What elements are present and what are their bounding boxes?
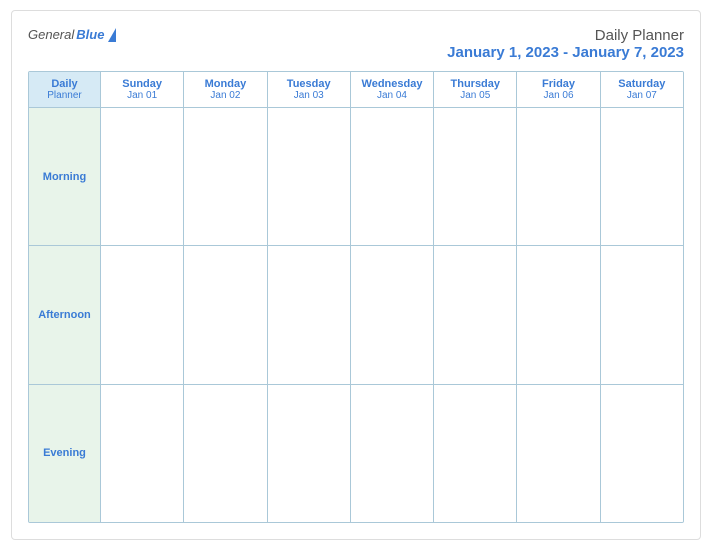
evening-cell-sat[interactable] — [601, 385, 683, 522]
label-planner: Planner — [47, 90, 81, 101]
morning-cell-fri[interactable] — [517, 108, 600, 245]
logo-blue: Blue — [76, 27, 104, 42]
day-name-tuesday: Tuesday — [287, 78, 331, 90]
morning-cell-sun[interactable] — [101, 108, 184, 245]
header: General Blue Daily Planner January 1, 20… — [28, 27, 684, 61]
day-name-thursday: Thursday — [451, 78, 501, 90]
day-name-saturday: Saturday — [618, 78, 665, 90]
evening-cell-tue[interactable] — [268, 385, 351, 522]
logo-triangle-icon — [108, 28, 116, 42]
day-header-sunday: Sunday Jan 01 — [101, 72, 184, 108]
evening-cell-thu[interactable] — [434, 385, 517, 522]
afternoon-cell-fri[interactable] — [517, 246, 600, 383]
evening-cell-fri[interactable] — [517, 385, 600, 522]
day-date-friday: Jan 06 — [544, 90, 574, 101]
calendar: Daily Planner Sunday Jan 01 Monday Jan 0… — [28, 71, 684, 523]
afternoon-cell-tue[interactable] — [268, 246, 351, 383]
day-name-friday: Friday — [542, 78, 575, 90]
afternoon-cell-sat[interactable] — [601, 246, 683, 383]
daily-planner-label: Daily Planner — [29, 72, 101, 108]
morning-cell-thu[interactable] — [434, 108, 517, 245]
morning-row: Morning — [29, 108, 683, 246]
morning-cell-wed[interactable] — [351, 108, 434, 245]
day-date-thursday: Jan 05 — [460, 90, 490, 101]
evening-cell-mon[interactable] — [184, 385, 267, 522]
day-date-saturday: Jan 07 — [627, 90, 657, 101]
evening-row: Evening — [29, 385, 683, 522]
planner-dates: January 1, 2023 - January 7, 2023 — [447, 44, 684, 61]
afternoon-cell-thu[interactable] — [434, 246, 517, 383]
page: General Blue Daily Planner January 1, 20… — [11, 10, 701, 540]
day-header-friday: Friday Jan 06 — [517, 72, 600, 108]
day-name-sunday: Sunday — [122, 78, 162, 90]
planner-title: Daily Planner — [447, 27, 684, 44]
calendar-header-row: Daily Planner Sunday Jan 01 Monday Jan 0… — [29, 72, 683, 108]
afternoon-label: Afternoon — [29, 246, 101, 383]
evening-label: Evening — [29, 385, 101, 522]
afternoon-cell-mon[interactable] — [184, 246, 267, 383]
logo-general: General — [28, 27, 74, 42]
day-date-wednesday: Jan 04 — [377, 90, 407, 101]
label-daily: Daily — [51, 78, 77, 90]
morning-cell-tue[interactable] — [268, 108, 351, 245]
morning-label: Morning — [29, 108, 101, 245]
afternoon-row: Afternoon — [29, 246, 683, 384]
day-header-wednesday: Wednesday Jan 04 — [351, 72, 434, 108]
morning-cell-mon[interactable] — [184, 108, 267, 245]
title-block: Daily Planner January 1, 2023 - January … — [447, 27, 684, 61]
day-header-monday: Monday Jan 02 — [184, 72, 267, 108]
evening-cell-sun[interactable] — [101, 385, 184, 522]
calendar-body: Morning Afternoon Evening — [29, 108, 683, 522]
morning-cell-sat[interactable] — [601, 108, 683, 245]
day-name-monday: Monday — [205, 78, 247, 90]
day-header-saturday: Saturday Jan 07 — [601, 72, 683, 108]
day-date-tuesday: Jan 03 — [294, 90, 324, 101]
afternoon-cell-wed[interactable] — [351, 246, 434, 383]
afternoon-cell-sun[interactable] — [101, 246, 184, 383]
evening-cell-wed[interactable] — [351, 385, 434, 522]
day-header-tuesday: Tuesday Jan 03 — [268, 72, 351, 108]
day-name-wednesday: Wednesday — [362, 78, 423, 90]
day-header-thursday: Thursday Jan 05 — [434, 72, 517, 108]
day-date-sunday: Jan 01 — [127, 90, 157, 101]
logo: General Blue — [28, 27, 116, 42]
day-date-monday: Jan 02 — [210, 90, 240, 101]
